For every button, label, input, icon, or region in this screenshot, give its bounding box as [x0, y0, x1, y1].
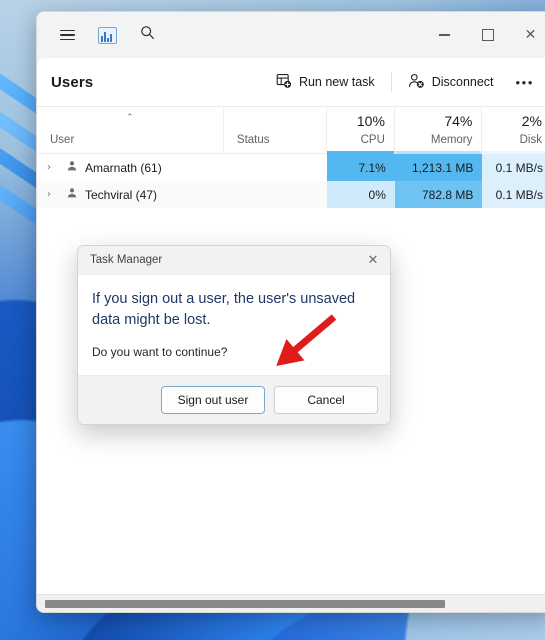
user-icon — [66, 187, 78, 202]
dialog-message: If you sign out a user, the user's unsav… — [92, 291, 356, 329]
search-button[interactable] — [127, 20, 167, 50]
memory-total-percent: 74% — [444, 113, 473, 129]
dialog-title-label: Task Manager — [90, 254, 163, 266]
dialog-close-icon[interactable]: ✕ — [356, 246, 390, 274]
minimize-button[interactable] — [423, 12, 466, 58]
column-header-cpu-label: CPU — [360, 134, 385, 146]
dialog-footer: Sign out user Cancel — [78, 375, 390, 425]
cancel-button[interactable]: Cancel — [274, 386, 378, 415]
row-user-cell: › Amarnath (61) — [37, 154, 224, 181]
row-status-cell — [224, 181, 327, 208]
hamburger-icon — [59, 27, 75, 44]
task-manager-app-button[interactable] — [87, 20, 127, 50]
ellipsis-icon: ••• — [515, 74, 534, 90]
expand-chevron-icon[interactable]: › — [47, 162, 59, 173]
memory-header-heat-strip — [394, 151, 482, 154]
horizontal-scrollbar[interactable] — [37, 594, 545, 612]
disconnect-icon — [408, 73, 425, 92]
disk-total-percent: 2% — [521, 113, 542, 129]
row-memory-cell: 782.8 MB — [394, 181, 483, 208]
row-disk-cell: 0.1 MB/s — [482, 181, 545, 208]
close-button[interactable]: ✕ — [509, 12, 545, 58]
minimize-icon — [439, 34, 450, 36]
horizontal-scrollbar-thumb[interactable] — [45, 599, 445, 608]
table-header-row: ⌃ User Status 10% CPU 74% Memory 2% Disk — [37, 107, 545, 154]
column-header-user[interactable]: ⌃ User — [37, 107, 224, 153]
column-header-cpu[interactable]: 10% CPU — [327, 107, 395, 154]
row-memory-cell: 1,213.1 MB — [394, 154, 483, 181]
toolbar-divider — [390, 72, 392, 92]
row-user-name: Amarnath (61) — [85, 160, 162, 175]
cpu-header-heat-strip — [327, 151, 394, 154]
header-actions: Run new task Disconnect ••• — [266, 67, 545, 98]
signout-confirmation-dialog: Task Manager ✕ If you sign out a user, t… — [77, 245, 391, 426]
run-new-task-button[interactable]: Run new task — [266, 67, 385, 98]
cpu-total-percent: 10% — [356, 113, 385, 129]
users-table: ⌃ User Status 10% CPU 74% Memory 2% Disk… — [37, 107, 545, 208]
row-status-cell — [224, 154, 327, 181]
column-header-user-label: User — [50, 134, 75, 146]
dialog-titlebar: Task Manager ✕ — [78, 246, 390, 275]
close-icon: ✕ — [524, 27, 537, 43]
column-header-disk-label: Disk — [519, 134, 542, 146]
row-user-name: Techviral (47) — [85, 187, 158, 202]
column-header-status-label: Status — [236, 134, 270, 146]
table-row[interactable]: › Amarnath (61) 7.1% 1,213.1 MB 0.1 MB/s — [37, 154, 545, 181]
disk-header-heat-strip — [482, 151, 545, 154]
column-header-status[interactable]: Status — [224, 107, 328, 153]
sort-ascending-icon: ⌃ — [126, 113, 134, 123]
dialog-body: If you sign out a user, the user's unsav… — [78, 275, 390, 376]
disconnect-label: Disconnect — [431, 75, 494, 89]
dialog-question: Do you want to continue? — [92, 345, 228, 360]
row-cpu-cell: 7.1% — [327, 154, 395, 181]
column-header-memory-label: Memory — [430, 134, 473, 146]
column-header-disk[interactable]: 2% Disk — [482, 107, 545, 154]
sign-out-user-button[interactable]: Sign out user — [161, 386, 265, 415]
row-disk-cell: 0.1 MB/s — [482, 154, 545, 181]
window-controls: ✕ — [423, 12, 545, 58]
hamburger-menu-button[interactable] — [47, 20, 87, 50]
page-header: Users Run new task Disconnect ••• — [37, 58, 545, 107]
more-options-button[interactable]: ••• — [504, 69, 545, 96]
column-header-memory[interactable]: 74% Memory — [394, 107, 483, 154]
search-icon — [140, 25, 155, 45]
table-row[interactable]: › Techviral (47) 0% 782.8 MB 0.1 MB/s — [37, 181, 545, 208]
maximize-icon — [481, 29, 494, 41]
page-title: Users — [51, 73, 94, 91]
disconnect-button[interactable]: Disconnect — [398, 67, 504, 98]
row-user-cell: › Techviral (47) — [37, 181, 224, 208]
row-cpu-cell: 0% — [327, 181, 395, 208]
maximize-button[interactable] — [466, 12, 509, 58]
run-new-task-icon — [276, 73, 292, 92]
expand-chevron-icon[interactable]: › — [47, 189, 59, 200]
window-titlebar: ✕ — [37, 12, 545, 58]
user-icon — [66, 160, 78, 175]
run-new-task-label: Run new task — [298, 75, 375, 89]
task-manager-icon — [97, 26, 117, 44]
